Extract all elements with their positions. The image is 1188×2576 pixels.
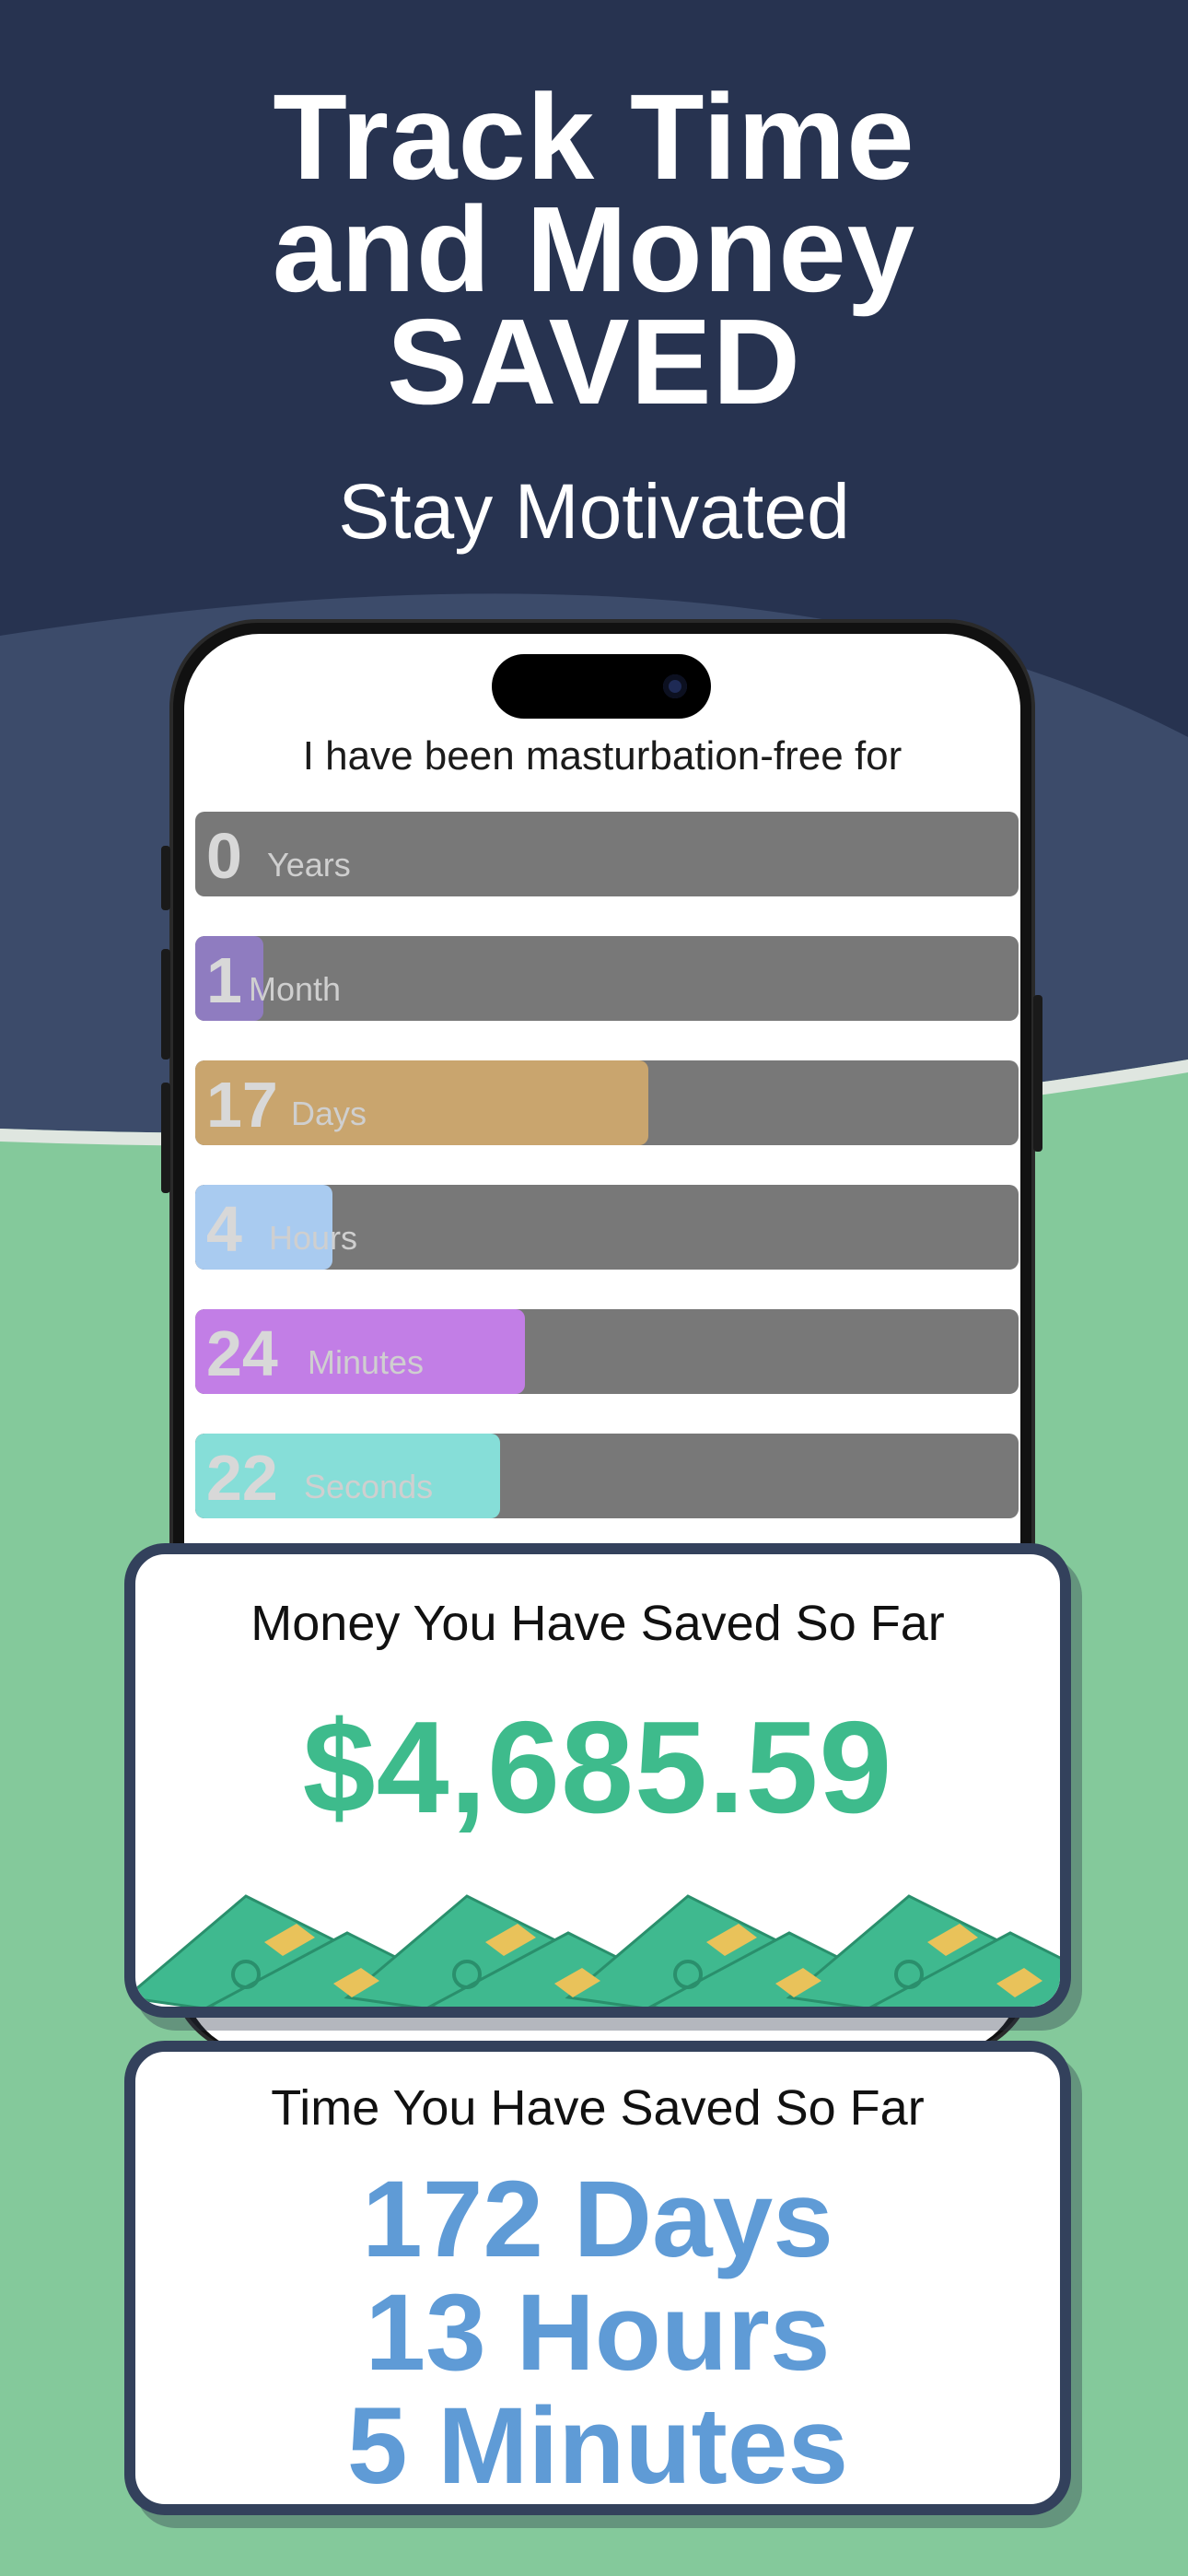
counter-bar-minutes: 24 Minutes — [195, 1309, 1019, 1394]
time-hours: 13 Hours — [365, 2272, 831, 2394]
counter-value: 24 — [206, 1317, 278, 1389]
streak-intro-text: I have been masturbation-free for — [302, 733, 903, 779]
time-card-title: Time You Have Saved So Far — [271, 2080, 925, 2136]
side-button-volume-down — [161, 1083, 170, 1193]
counter-unit: Minutes — [308, 1343, 425, 1381]
dynamic-island — [492, 654, 711, 719]
counter-value: 22 — [206, 1442, 278, 1514]
counter-bar-years: 0 Years — [195, 812, 1019, 896]
counter-bar-days: 17 Days — [195, 1060, 1019, 1145]
counter-bar-seconds: 22 Seconds — [195, 1434, 1019, 1518]
counter-value: 17 — [206, 1069, 278, 1141]
counter-value: 1 — [206, 944, 242, 1016]
counter-unit: Years — [267, 846, 351, 884]
money-card-title: Money You Have Saved So Far — [250, 1596, 945, 1651]
headline-line-2: and Money — [272, 181, 916, 317]
counter-unit: Days — [291, 1095, 367, 1132]
counter-unit: Hours — [269, 1219, 358, 1257]
time-days: 172 Days — [362, 2159, 833, 2280]
time-saved-card: Time You Have Saved So Far 172 Days 13 H… — [124, 2041, 1071, 2515]
counter-unit: Seconds — [304, 1468, 434, 1505]
headline: Track Time and Money SAVED — [0, 69, 1188, 429]
side-button-volume-up — [161, 949, 170, 1060]
headline-line-3: SAVED — [387, 294, 801, 429]
counter-unit: Month — [249, 970, 342, 1008]
money-saved-card: Money You Have Saved So Far $4,685.59 — [124, 1543, 1071, 2018]
counter-bar-hours: 4 Hours — [195, 1185, 1019, 1270]
counter-bar-months: 1 Month — [195, 936, 1019, 1021]
side-button-action — [161, 846, 170, 910]
counter-value: 0 — [206, 820, 242, 892]
money-amount: $4,685.59 — [302, 1694, 893, 1841]
headline-line-1: Track Time — [273, 69, 915, 205]
cash-bills-icon — [135, 1894, 1060, 2007]
counter-value: 4 — [206, 1193, 242, 1265]
time-minutes: 5 Minutes — [346, 2385, 849, 2507]
camera-icon — [663, 674, 687, 698]
subtitle: Stay Motivated — [338, 468, 850, 555]
side-button-power — [1033, 995, 1042, 1152]
